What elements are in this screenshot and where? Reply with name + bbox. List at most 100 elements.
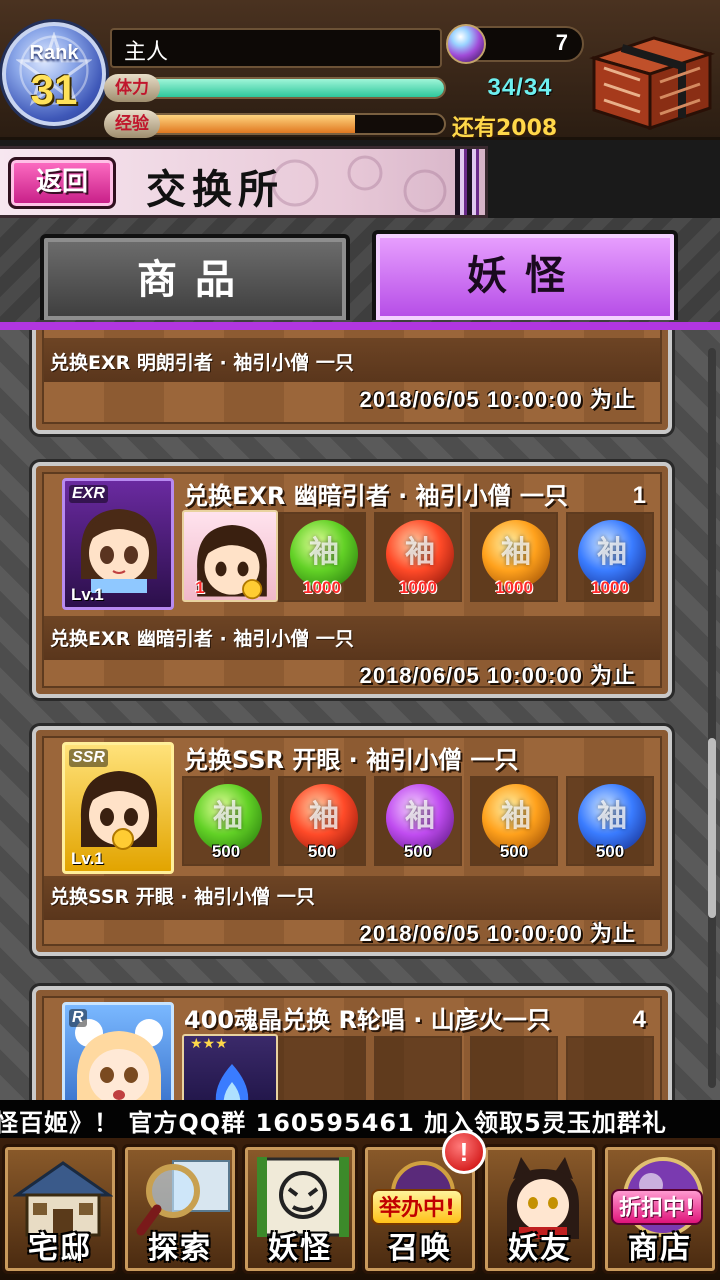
rank-badge[interactable]: Rank 31 — [2, 22, 106, 134]
exp-track — [144, 113, 446, 135]
material-cost: 1000 — [399, 578, 437, 597]
rarity-badge: R — [69, 1009, 87, 1027]
level-label: Lv.1 — [71, 585, 104, 604]
tab-yokai[interactable]: 妖怪 — [372, 230, 678, 320]
nav-explore[interactable]: 探索 — [122, 1144, 238, 1274]
list-scrollbar[interactable] — [708, 348, 716, 1088]
stamina-bar: 体力 — [104, 74, 448, 102]
nav-friends-label: 妖友 — [508, 1231, 572, 1266]
material-slot[interactable]: 袖 1000 — [566, 512, 654, 602]
stamina-label: 体力 — [104, 74, 160, 102]
bottom-nav: 宅邸 探索 妖怪 举办中! 召唤 妖友 折扣中! 商店 — [0, 1138, 720, 1280]
nav-explore-label: 探索 — [148, 1231, 212, 1266]
sodehiki-kozo-icon — [80, 509, 158, 593]
exchange-item-exr-bright[interactable]: 兑换EXR 明朗引者 · 袖引小僧 一只 2018/06/05 10:00:00… — [32, 330, 672, 434]
nav-shop[interactable]: 折扣中! 商店 — [602, 1144, 718, 1274]
material-slot[interactable]: 袖 1000 — [278, 512, 366, 602]
item-count: 4 — [632, 1006, 646, 1033]
tab-bar: 商品 妖怪 — [0, 218, 720, 330]
rank-label: Rank — [29, 42, 79, 64]
nav-home-label: 宅邸 — [28, 1231, 92, 1266]
yamabiko-icon — [75, 1019, 163, 1100]
star-rating: ★★★ — [190, 1036, 228, 1052]
material-cost: 1000 — [303, 578, 341, 597]
player-name[interactable]: 主人 — [110, 28, 442, 68]
sodehiki-kozo-icon — [80, 771, 158, 850]
material-slot[interactable]: 袖 500 — [374, 776, 462, 866]
item-description: 兑换EXR 明朗引者 · 袖引小僧 一只 — [50, 352, 354, 374]
material-slot[interactable]: 袖 500 — [182, 776, 270, 866]
level-label: Lv.1 — [71, 849, 104, 868]
stamina-fill — [146, 79, 444, 97]
material-slot[interactable]: 袖 500 — [278, 776, 366, 866]
item-description: 兑换SSR 开眼 · 袖引小僧 一只 — [50, 886, 315, 908]
announcement-ticker: 怪百姬》！ 官方QQ群 160595461 加入领取5灵玉加群礼 — [0, 1100, 720, 1138]
material-slot[interactable] — [374, 1036, 462, 1100]
material-slot[interactable]: 袖 1000 — [470, 512, 558, 602]
title-bar: 返回 交换所 — [0, 146, 488, 218]
stamina-track — [144, 77, 446, 99]
title-decoration — [455, 149, 479, 215]
treasure-chest-icon[interactable] — [584, 28, 716, 134]
scroll-thumb[interactable] — [708, 738, 716, 918]
nav-summon-label: 召唤 — [388, 1231, 452, 1266]
nav-home[interactable]: 宅邸 — [2, 1144, 118, 1274]
nav-yokai-label: 妖怪 — [268, 1231, 332, 1266]
yokai-portrait[interactable]: EXR Lv.1 — [62, 478, 174, 610]
nav-yokai[interactable]: 妖怪 — [242, 1144, 358, 1274]
item-count: 1 — [632, 482, 646, 509]
summon-alert-badge: ! — [442, 1130, 486, 1174]
item-title: 兑换SSR 开眼 · 袖引小僧 一只 — [184, 746, 519, 774]
gem-count: 7 — [555, 30, 568, 55]
gem-counter[interactable]: 7 — [446, 24, 584, 64]
tab-underline — [0, 322, 720, 330]
exp-fill — [146, 115, 355, 133]
nav-friends[interactable]: 妖友 — [482, 1144, 598, 1274]
exchange-item-ssr[interactable]: SSR Lv.1 兑换SSR 开眼 · 袖引小僧 一只 袖 500 袖 500 … — [32, 726, 672, 956]
material-cost: 500 — [307, 842, 337, 861]
material-cost: 500 — [595, 842, 625, 861]
material-cost: 500 — [499, 842, 529, 861]
floral-pattern — [271, 155, 447, 213]
item-deadline: 2018/06/05 10:00:00 为止 — [359, 387, 636, 412]
nav-shop-label: 商店 — [628, 1231, 692, 1266]
status-header: Rank 31 主人 体力 经验 7 34/34 还有2008 — [0, 0, 720, 141]
item-deadline: 2018/06/05 10:00:00 为止 — [359, 921, 636, 946]
material-yokai-slot[interactable]: 1 — [182, 510, 278, 602]
soul-jade-icon — [446, 24, 486, 64]
exchange-item-exr-dark[interactable]: EXR Lv.1 兑换EXR 幽暗引者 · 袖引小僧 一只 1 1 袖 1000… — [32, 462, 672, 698]
material-cost: 1000 — [495, 578, 533, 597]
material-yokai-cost: 1 — [195, 578, 205, 597]
shop-promo-badge: 折扣中! — [611, 1189, 704, 1225]
yokai-portrait[interactable]: SSR Lv.1 — [62, 742, 174, 874]
material-cost: 500 — [403, 842, 433, 861]
yokai-portrait[interactable]: R — [62, 1002, 174, 1100]
rarity-badge: SSR — [69, 749, 108, 767]
item-deadline: 2018/06/05 10:00:00 为止 — [359, 663, 636, 688]
item-description: 兑换EXR 幽暗引者 · 袖引小僧 一只 — [50, 628, 354, 650]
material-slot[interactable] — [278, 1036, 366, 1100]
material-cost: 1000 — [591, 578, 629, 597]
rank-value: 31 — [30, 66, 78, 113]
stamina-value: 34/34 — [487, 74, 553, 101]
material-slot[interactable]: 袖 500 — [470, 776, 558, 866]
material-slot[interactable] — [566, 1036, 654, 1100]
material-cost: 500 — [211, 842, 241, 861]
summon-promo-badge: 举办中! — [371, 1189, 464, 1225]
exp-bar: 经验 — [104, 110, 448, 138]
material-yokai-slot[interactable]: ★★★ — [182, 1034, 278, 1100]
material-slot[interactable]: 袖 500 — [566, 776, 654, 866]
rarity-badge: EXR — [69, 485, 108, 503]
material-slot[interactable]: 袖 1000 — [374, 512, 462, 602]
back-button[interactable]: 返回 — [8, 157, 116, 209]
exp-remaining: 还有2008 — [452, 116, 558, 141]
announcement-text: 怪百姬》！ 官方QQ群 160595461 加入领取5灵玉加群礼 — [0, 1109, 667, 1137]
page-title: 交换所 — [146, 166, 284, 213]
material-slot[interactable] — [470, 1036, 558, 1100]
blue-flame-icon — [215, 1064, 249, 1100]
exchange-item-r[interactable]: R 400魂晶兑换 R轮唱 · 山彦火一只 4 ★★★ — [32, 986, 672, 1100]
tab-goods[interactable]: 商品 — [40, 234, 350, 320]
exchange-list[interactable]: 兑换EXR 明朗引者 · 袖引小僧 一只 2018/06/05 10:00:00… — [0, 330, 720, 1100]
item-title: 400魂晶兑换 R轮唱 · 山彦火一只 — [184, 1006, 551, 1034]
exp-label: 经验 — [104, 110, 160, 138]
